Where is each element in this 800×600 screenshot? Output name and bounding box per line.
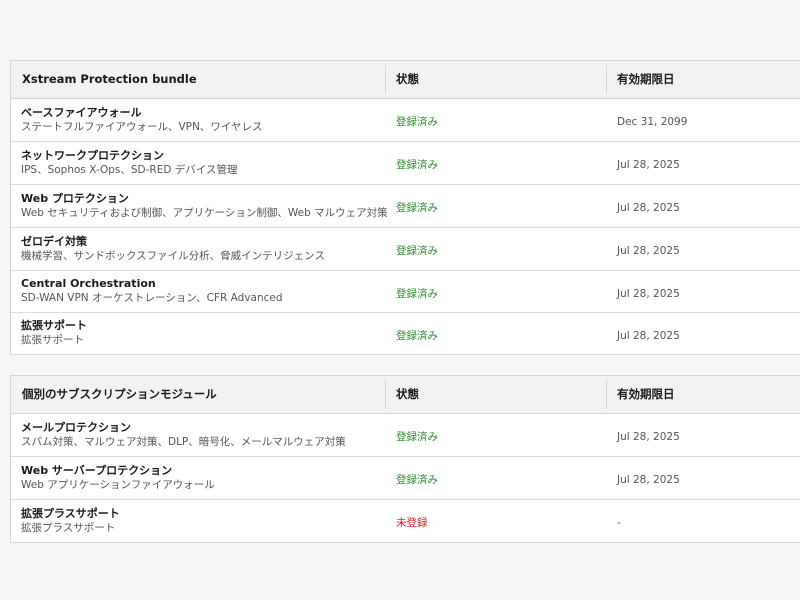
table-row: 拡張プラスサポート 拡張プラスサポート 未登録 - — [11, 498, 800, 542]
bundle-expiry-header: 有効期限日 — [606, 61, 800, 99]
feature-description: SD-WAN VPN オーケストレーション、CFR Advanced — [21, 292, 283, 304]
expiry-date: Jul 28, 2025 — [617, 202, 680, 214]
expiry-date: Jul 28, 2025 — [617, 474, 680, 486]
expiry-date: - — [617, 517, 621, 530]
table-row: ベースファイアウォール ステートフルファイアウォール、VPN、ワイヤレス 登録済… — [11, 98, 800, 141]
feature-name: ネットワークプロテクション — [21, 148, 164, 162]
table-row: ゼロデイ対策 機械学習、サンドボックスファイル分析、脅威インテリジェンス 登録済… — [11, 226, 800, 270]
status-unregistered: 未登録 — [396, 517, 428, 530]
table-row: Web サーバープロテクション Web アプリケーションファイアウォール 登録済… — [11, 455, 800, 499]
status-registered: 登録済み — [396, 474, 438, 486]
feature-name: Central Orchestration — [21, 277, 156, 290]
table-row: メールプロテクション スパム対策、マルウェア対策、DLP、暗号化、メールマルウェ… — [11, 413, 800, 456]
status-registered: 登録済み — [396, 287, 438, 300]
feature-name: 拡張サポート — [21, 319, 87, 333]
individual-status-header: 状態 — [385, 376, 606, 414]
table-row: ネットワークプロテクション IPS、Sophos X-Ops、SD-RED デバ… — [11, 140, 800, 184]
feature-description: IPS、Sophos X-Ops、SD-RED デバイス管理 — [21, 163, 238, 176]
feature-description: ステートフルファイアウォール、VPN、ワイヤレス — [21, 120, 263, 133]
individual-subscription-panel: 個別のサブスクリプションモジュール 状態 有効期限日 メールプロテクション スパ… — [10, 375, 800, 543]
feature-description: 機械学習、サンドボックスファイル分析、脅威インテリジェンス — [21, 249, 325, 262]
expiry-date: Jul 28, 2025 — [617, 159, 680, 171]
expiry-date: Jul 28, 2025 — [617, 431, 680, 443]
feature-description: Web アプリケーションファイアウォール — [21, 478, 215, 491]
feature-description: 拡張プラスサポート — [21, 521, 116, 534]
individual-expiry-header: 有効期限日 — [606, 376, 800, 414]
table-row: Web プロテクション Web セキュリティおよび制御、アプリケーション制御、W… — [11, 183, 800, 227]
status-registered: 登録済み — [396, 202, 438, 214]
feature-name: ベースファイアウォール — [21, 105, 142, 119]
status-registered: 登録済み — [396, 329, 438, 342]
table-row: Central Orchestration SD-WAN VPN オーケストレー… — [11, 269, 800, 312]
feature-description: スパム対策、マルウェア対策、DLP、暗号化、メールマルウェア対策 — [21, 435, 346, 448]
feature-description: Web セキュリティおよび制御、アプリケーション制御、Web マルウェア対策 — [21, 206, 388, 219]
bundle-subscription-panel: Xstream Protection bundle 状態 有効期限日 ベースファ… — [10, 60, 800, 355]
individual-name-header: 個別のサブスクリプションモジュール — [11, 376, 385, 414]
expiry-date: Jul 28, 2025 — [617, 245, 680, 257]
license-page: Xstream Protection bundle 状態 有効期限日 ベースファ… — [0, 0, 800, 600]
expiry-date: Dec 31, 2099 — [617, 116, 688, 128]
status-registered: 登録済み — [396, 116, 438, 128]
bundle-table: Xstream Protection bundle 状態 有効期限日 ベースファ… — [11, 61, 800, 354]
feature-name: ゼロデイ対策 — [21, 234, 87, 248]
status-registered: 登録済み — [396, 431, 438, 443]
feature-name: 拡張プラスサポート — [21, 506, 120, 520]
feature-name: Web プロテクション — [21, 191, 129, 205]
feature-name: Web サーバープロテクション — [21, 463, 173, 477]
status-registered: 登録済み — [396, 245, 438, 257]
individual-table: 個別のサブスクリプションモジュール 状態 有効期限日 メールプロテクション スパ… — [11, 376, 800, 542]
bundle-name-header: Xstream Protection bundle — [11, 61, 385, 99]
expiry-date: Jul 28, 2025 — [617, 287, 680, 300]
status-registered: 登録済み — [396, 159, 438, 171]
table-row: 拡張サポート 拡張サポート 登録済み Jul 28, 2025 — [11, 311, 800, 354]
feature-name: メールプロテクション — [21, 420, 131, 434]
expiry-date: Jul 28, 2025 — [617, 329, 680, 342]
feature-description: 拡張サポート — [21, 334, 84, 347]
bundle-status-header: 状態 — [385, 61, 606, 99]
